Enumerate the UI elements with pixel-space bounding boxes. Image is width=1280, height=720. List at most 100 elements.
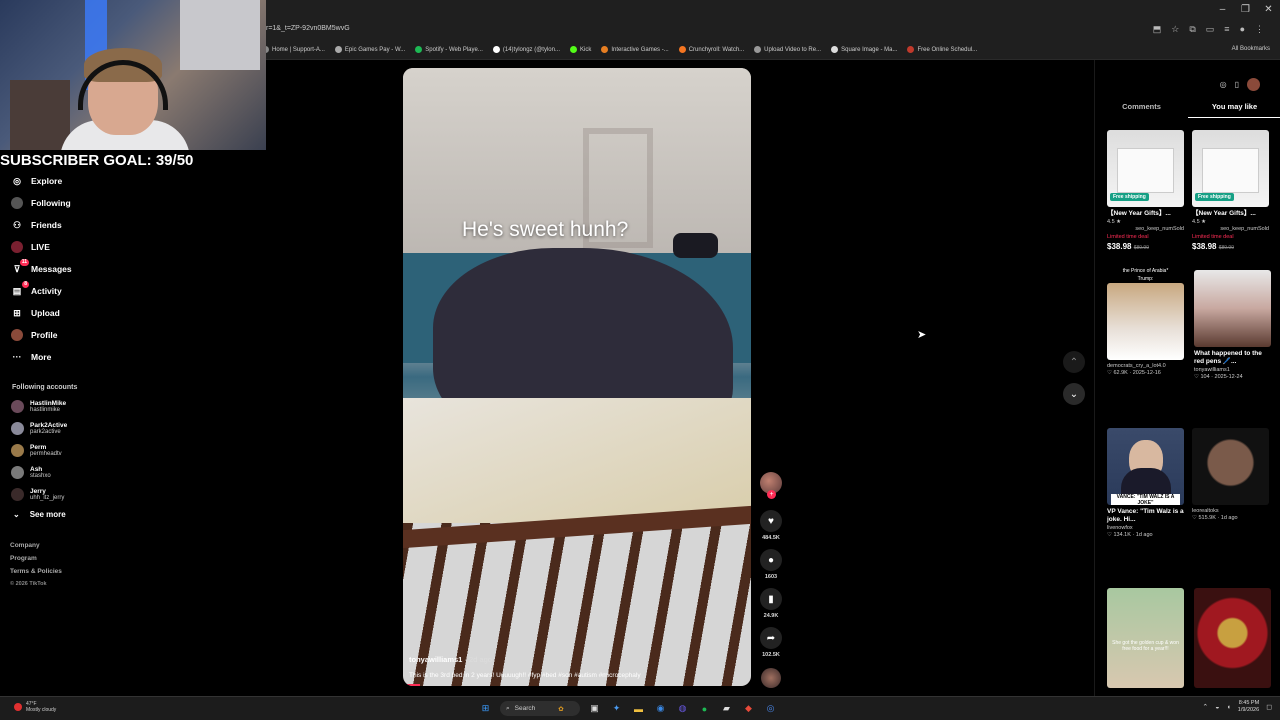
bookmark-item[interactable]: Epic Games Pay - W... (334, 46, 405, 53)
video-player[interactable]: He's sweet hunh? tonyawilliams1 · 2d ago… (403, 68, 751, 686)
live-icon (11, 241, 23, 253)
close-window-button[interactable]: ✕ (1257, 0, 1280, 20)
menu-icon[interactable]: ⋮ (1255, 24, 1264, 35)
sidebar-item-more[interactable]: ··· More (0, 346, 120, 368)
sidebar-item-activity[interactable]: ▤ 8 Activity (0, 280, 120, 302)
clock[interactable]: 8:45 PM 1/9/2026 (1238, 700, 1259, 714)
like-button[interactable]: ♥ (760, 510, 782, 532)
app-icon[interactable]: ◆ (741, 701, 756, 716)
video-card[interactable] (1194, 588, 1271, 688)
chevron-up-icon: ⌃ (1069, 356, 1079, 368)
video-card[interactable]: She got the golden cup & won free food f… (1107, 588, 1184, 688)
profile-icon[interactable]: ● (1240, 24, 1245, 35)
downloads-icon[interactable]: ≡ (1224, 24, 1229, 35)
windows-start-icon[interactable]: ⊞ (478, 701, 493, 716)
save-button[interactable]: ▮ (760, 588, 782, 610)
spotify-icon[interactable]: ● (697, 701, 712, 716)
notification-icon[interactable]: ◻ (1266, 703, 1272, 711)
copilot-icon[interactable]: ✦ (609, 701, 624, 716)
copyright: © 2026 TikTok (10, 581, 47, 587)
footer-terms-link[interactable]: Terms & Policies (10, 565, 120, 578)
bookmark-item[interactable]: Upload Video to Re... (754, 46, 821, 53)
comment-icon: ● (767, 554, 775, 566)
volume-icon[interactable]: ◖ (1227, 704, 1231, 711)
taskbar-search[interactable]: ⌕ Search ✿ (500, 701, 580, 716)
bookmark-item[interactable]: Kick (570, 46, 591, 53)
free-shipping-badge: Free shipping (1195, 193, 1234, 201)
footer-links: Company Program Terms & Policies © 2026 … (0, 539, 120, 591)
footer-company-link[interactable]: Company (10, 539, 120, 552)
chevron-up-icon[interactable]: ⌃ (1202, 703, 1208, 711)
see-more-button[interactable]: ⌄ See more (0, 505, 120, 523)
product-card[interactable]: Free shipping 【New Year Gifts】... 4.5 ★ … (1107, 130, 1184, 251)
edge-icon[interactable]: ◉ (653, 701, 668, 716)
following-account[interactable]: Jerry uhh_itz_jerry (0, 483, 120, 505)
music-disc-icon[interactable] (761, 668, 781, 688)
sidebar-item-friends[interactable]: ⚇ Friends (0, 214, 120, 236)
creator-avatar[interactable]: + (760, 472, 782, 499)
video-card[interactable]: What happened to the red pens 🖊️... tony… (1194, 270, 1271, 380)
network-icon[interactable]: ◒ (1215, 704, 1219, 711)
tab-you-may-like[interactable]: You may like (1188, 102, 1280, 118)
following-account[interactable]: Perm permheadtv (0, 439, 120, 461)
bookmark-item[interactable]: (14)tylongz (@tylon... (492, 46, 560, 53)
bookmark-item[interactable]: Interactive Games -... (601, 46, 669, 53)
next-video-button[interactable]: ⌄ (1063, 383, 1085, 405)
minimize-button[interactable]: – (1211, 0, 1234, 20)
sidepanel-icon[interactable]: ▭ (1206, 24, 1215, 35)
following-account[interactable]: Park2Active park2active (0, 417, 120, 439)
discord-icon[interactable]: ◍ (675, 701, 690, 716)
all-bookmarks[interactable]: All Bookmarks (1232, 46, 1270, 52)
video-card[interactable]: leorealtoks ♡ 515.9K · 1d ago (1192, 428, 1269, 521)
sidebar: ◎ Explore Following ⚇ Friends LIVE ⊽ 11 Mess… (0, 170, 120, 591)
extensions-icon[interactable]: ⧉ (1189, 24, 1195, 35)
maximize-button[interactable]: ❐ (1234, 0, 1257, 20)
bookmark-item[interactable]: Home | Support-A... (262, 46, 325, 53)
like-count: 484.5K (762, 535, 780, 541)
bookmark-item[interactable]: Free Online Schedul... (907, 46, 977, 53)
chevron-down-icon: ⌄ (13, 509, 20, 519)
chrome-icon[interactable]: ◎ (763, 701, 778, 716)
video-author[interactable]: tonyawilliams1 · 2d ago (409, 655, 492, 664)
weather-widget[interactable]: 47°F Mostly cloudy (14, 701, 56, 713)
video-card[interactable]: the Prince of Arabia* Trump: democrats_c… (1107, 268, 1184, 376)
activity-badge: 8 (22, 281, 29, 288)
url-field[interactable]: r=1&_t=ZP-92vn0BM5wvG (266, 25, 350, 32)
bookmark-item[interactable]: Square Image - Ma... (831, 46, 897, 53)
phone-icon[interactable]: ▯ (1235, 80, 1239, 89)
avatar (11, 443, 24, 457)
install-icon[interactable]: ⬒ (1153, 24, 1162, 35)
following-account[interactable]: Ash stashxo (0, 461, 120, 483)
sidebar-item-messages[interactable]: ⊽ 11 Messages (0, 258, 120, 280)
video-caption-overlay: He's sweet hunh? (462, 218, 629, 241)
bookmark-item[interactable]: Crunchyroll: Watch... (678, 46, 744, 53)
star-icon[interactable]: ☆ (1171, 24, 1179, 35)
share-count: 102.5K (762, 652, 780, 658)
terminal-icon[interactable]: ▰ (719, 701, 734, 716)
follow-plus-icon[interactable]: + (767, 490, 776, 499)
video-card[interactable]: VANCE: "TIM WALZ IS A JOKE" VP Vance: "T… (1107, 428, 1184, 538)
video-progress-bar[interactable] (403, 684, 421, 686)
bookmark-item[interactable]: Spotify - Web Playe... (415, 46, 483, 53)
upload-icon: ⊞ (13, 307, 21, 318)
sidebar-item-following[interactable]: Following (0, 192, 120, 214)
action-column: + ♥ 484.5K ● 1603 ▮ 24.9K ➦ 102.5K (759, 472, 783, 688)
compass-icon[interactable]: ◎ (1220, 80, 1227, 89)
file-explorer-icon[interactable]: ▬ (631, 701, 646, 716)
sidebar-item-upload[interactable]: ⊞ Upload (0, 302, 120, 324)
comment-button[interactable]: ● (760, 549, 782, 571)
sidebar-item-profile[interactable]: Profile (0, 324, 120, 346)
sidebar-item-live[interactable]: LIVE (0, 236, 120, 258)
more-icon: ··· (12, 352, 22, 362)
sidebar-item-explore[interactable]: ◎ Explore (0, 170, 120, 192)
share-button[interactable]: ➦ (760, 627, 782, 649)
task-view-icon[interactable]: ▣ (587, 701, 602, 716)
previous-video-button[interactable]: ⌃ (1063, 351, 1085, 373)
user-avatar[interactable] (1247, 78, 1260, 91)
footer-program-link[interactable]: Program (10, 552, 120, 565)
product-card[interactable]: Free shipping 【New Year Gifts】... 4.5 ★ … (1192, 130, 1269, 251)
taskbar: 47°F Mostly cloudy ⊞ ⌕ Search ✿ ▣ ✦ ▬ ◉ ◍ ●… (0, 696, 1280, 720)
chevron-down-icon: ⌄ (1069, 388, 1079, 400)
following-account[interactable]: HastlinMike hastlinmike (0, 395, 120, 417)
tab-comments[interactable]: Comments (1095, 102, 1188, 118)
